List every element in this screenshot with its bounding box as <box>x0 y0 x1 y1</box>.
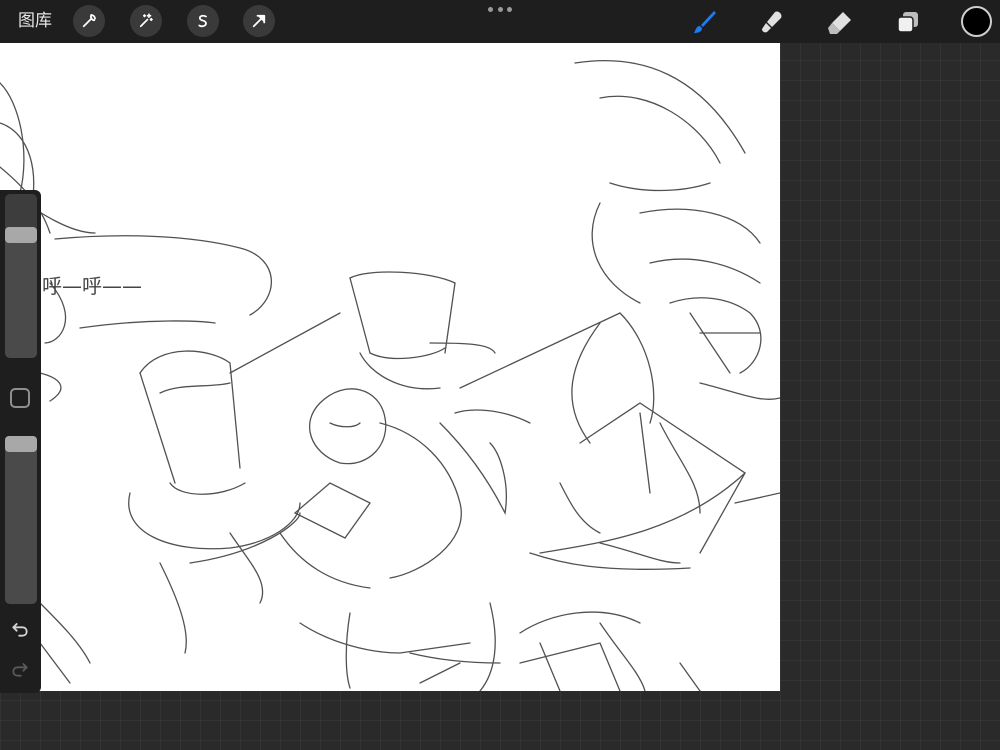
opacity-slider[interactable] <box>5 436 37 604</box>
brush-tool-button[interactable] <box>686 4 722 40</box>
brush-size-fill <box>5 234 37 358</box>
layers-button[interactable] <box>890 4 926 40</box>
gallery-button[interactable]: 图库 <box>18 9 52 33</box>
smudge-tool-button[interactable] <box>754 4 790 40</box>
redo-icon <box>12 663 28 677</box>
transform-button[interactable] <box>243 5 275 37</box>
opacity-fill <box>5 444 37 604</box>
drawing-canvas[interactable]: 呼—呼—— <box>0 43 780 691</box>
brush-icon <box>694 11 716 33</box>
opacity-handle[interactable] <box>5 436 37 452</box>
undo-icon <box>12 623 28 637</box>
smudge-icon <box>762 11 782 33</box>
brush-size-slider[interactable] <box>5 194 37 358</box>
square-modify-icon[interactable] <box>10 388 30 408</box>
top-toolbar: 图库 <box>0 0 1000 43</box>
more-dots-icon[interactable] <box>488 7 512 13</box>
color-picker-button[interactable] <box>961 6 992 37</box>
eraser-icon <box>828 12 851 34</box>
selection-s-icon <box>198 14 207 28</box>
layers-icon <box>897 12 918 33</box>
wrench-icon <box>82 14 96 28</box>
brush-size-handle[interactable] <box>5 226 37 243</box>
handwritten-sketch-text: 呼—呼—— <box>42 274 142 298</box>
sketch-artwork: 呼—呼—— <box>0 60 780 691</box>
transform-arrow-icon <box>252 14 266 28</box>
redo-button[interactable] <box>9 658 31 680</box>
brush-sidebar <box>0 190 41 693</box>
selection-button[interactable] <box>187 5 219 37</box>
adjustments-button[interactable] <box>130 5 162 37</box>
magic-wand-icon <box>139 13 153 28</box>
actions-button[interactable] <box>73 5 105 37</box>
undo-button[interactable] <box>9 618 31 640</box>
eraser-tool-button[interactable] <box>822 4 858 40</box>
